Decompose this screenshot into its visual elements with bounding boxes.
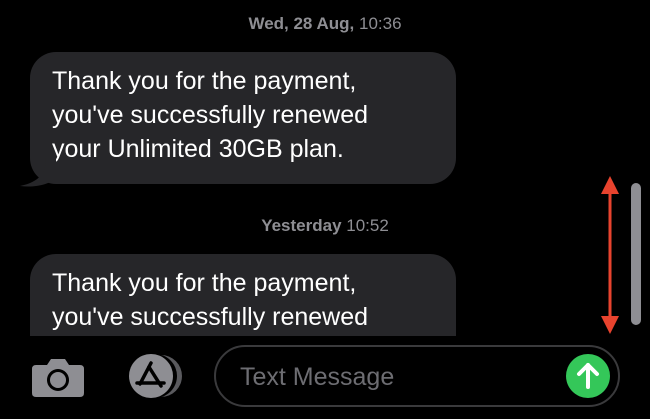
message-bubble[interactable]: Thank you for the payment, you've succes… (30, 52, 456, 184)
app-store-icon[interactable] (120, 352, 186, 400)
message-line: Thank you for the payment, (52, 269, 357, 297)
timestamp-1: Wed, 28 Aug, 10:36 (0, 14, 650, 34)
message-line: Thank you for the payment, (52, 67, 357, 95)
send-arrow-icon (577, 363, 599, 389)
timestamp-date: Yesterday (261, 216, 342, 235)
scrollbar[interactable] (631, 183, 641, 325)
timestamp-date: Wed, 28 Aug, (248, 14, 355, 33)
send-button[interactable] (566, 354, 610, 398)
text-message-field[interactable] (214, 345, 620, 407)
timestamp-time: 10:36 (358, 14, 402, 33)
timestamp-time: 10:52 (346, 216, 389, 235)
message-line: your Unlimited 30GB plan. (52, 135, 344, 163)
double-arrow-icon (601, 176, 619, 334)
message-line: you've successfully renewed (52, 303, 369, 331)
bubble-tail (20, 158, 56, 187)
text-message-input[interactable] (238, 355, 562, 399)
message-line: you've successfully renewed (52, 101, 369, 129)
camera-icon[interactable] (30, 355, 86, 399)
timestamp-2: Yesterday 10:52 (0, 216, 650, 236)
